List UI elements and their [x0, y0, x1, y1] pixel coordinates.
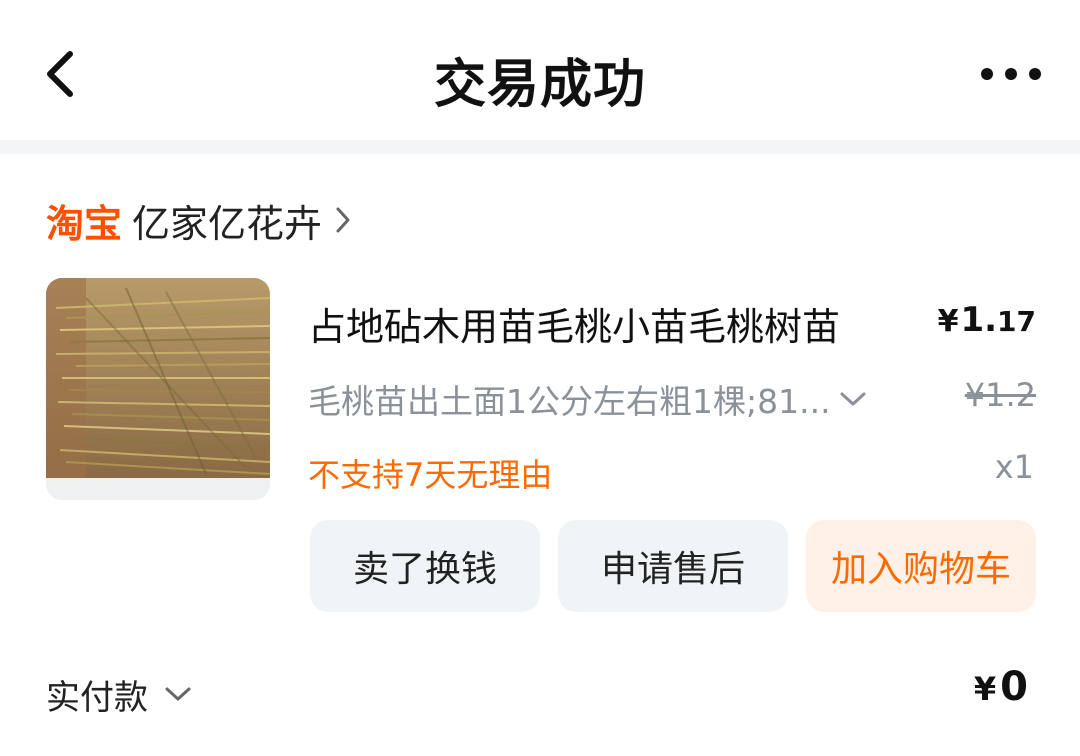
price-currency: ¥ — [937, 304, 959, 339]
original-price: ¥1.2 — [964, 376, 1036, 414]
sku-selector[interactable]: 毛桃苗出土面1公分左右粗1棵;81... — [308, 374, 918, 424]
add-to-cart-button[interactable]: 加入购物车 — [806, 520, 1036, 612]
after-sale-button[interactable]: 申请售后 — [558, 520, 788, 612]
return-policy-notice: 不支持7天无理由 — [308, 456, 553, 494]
payment-amount: ¥0 — [974, 664, 1028, 710]
order-detail-page: 交易成功 淘宝 亿家亿花卉 占地砧木用苗毛桃小苗毛桃树苗 ¥1.17 毛桃苗出土… — [0, 0, 1080, 756]
more-options-button[interactable] — [976, 56, 1046, 92]
taobao-logo: 淘宝 — [46, 201, 123, 246]
shop-name: 亿家亿花卉 — [132, 201, 323, 246]
product-image[interactable] — [46, 278, 270, 500]
chevron-down-icon — [164, 685, 192, 703]
payment-value: 0 — [1000, 664, 1028, 710]
page-title: 交易成功 — [433, 55, 646, 115]
unit-price: ¥1.17 — [938, 300, 1036, 340]
peach-seedlings-photo — [46, 278, 270, 500]
quantity: x1 — [994, 448, 1034, 486]
header-divider — [0, 140, 1080, 154]
shop-link[interactable]: 淘宝 亿家亿花卉 — [46, 194, 352, 246]
payment-toggle[interactable]: 实付款 — [46, 668, 192, 720]
product-title[interactable]: 占地砧木用苗毛桃小苗毛桃树苗 — [308, 296, 908, 351]
price-integer: 1. — [960, 300, 998, 340]
chevron-right-icon — [334, 205, 352, 235]
chevron-down-icon — [839, 390, 867, 408]
payment-currency: ¥ — [973, 670, 997, 708]
payment-label: 实付款 — [46, 677, 148, 718]
sell-button[interactable]: 卖了换钱 — [310, 520, 540, 612]
sku-text: 毛桃苗出土面1公分左右粗1棵;81... — [308, 382, 831, 421]
header-bar: 交易成功 — [0, 0, 1080, 140]
more-horizontal-icon — [981, 68, 1041, 80]
price-decimal: 17 — [997, 305, 1036, 338]
